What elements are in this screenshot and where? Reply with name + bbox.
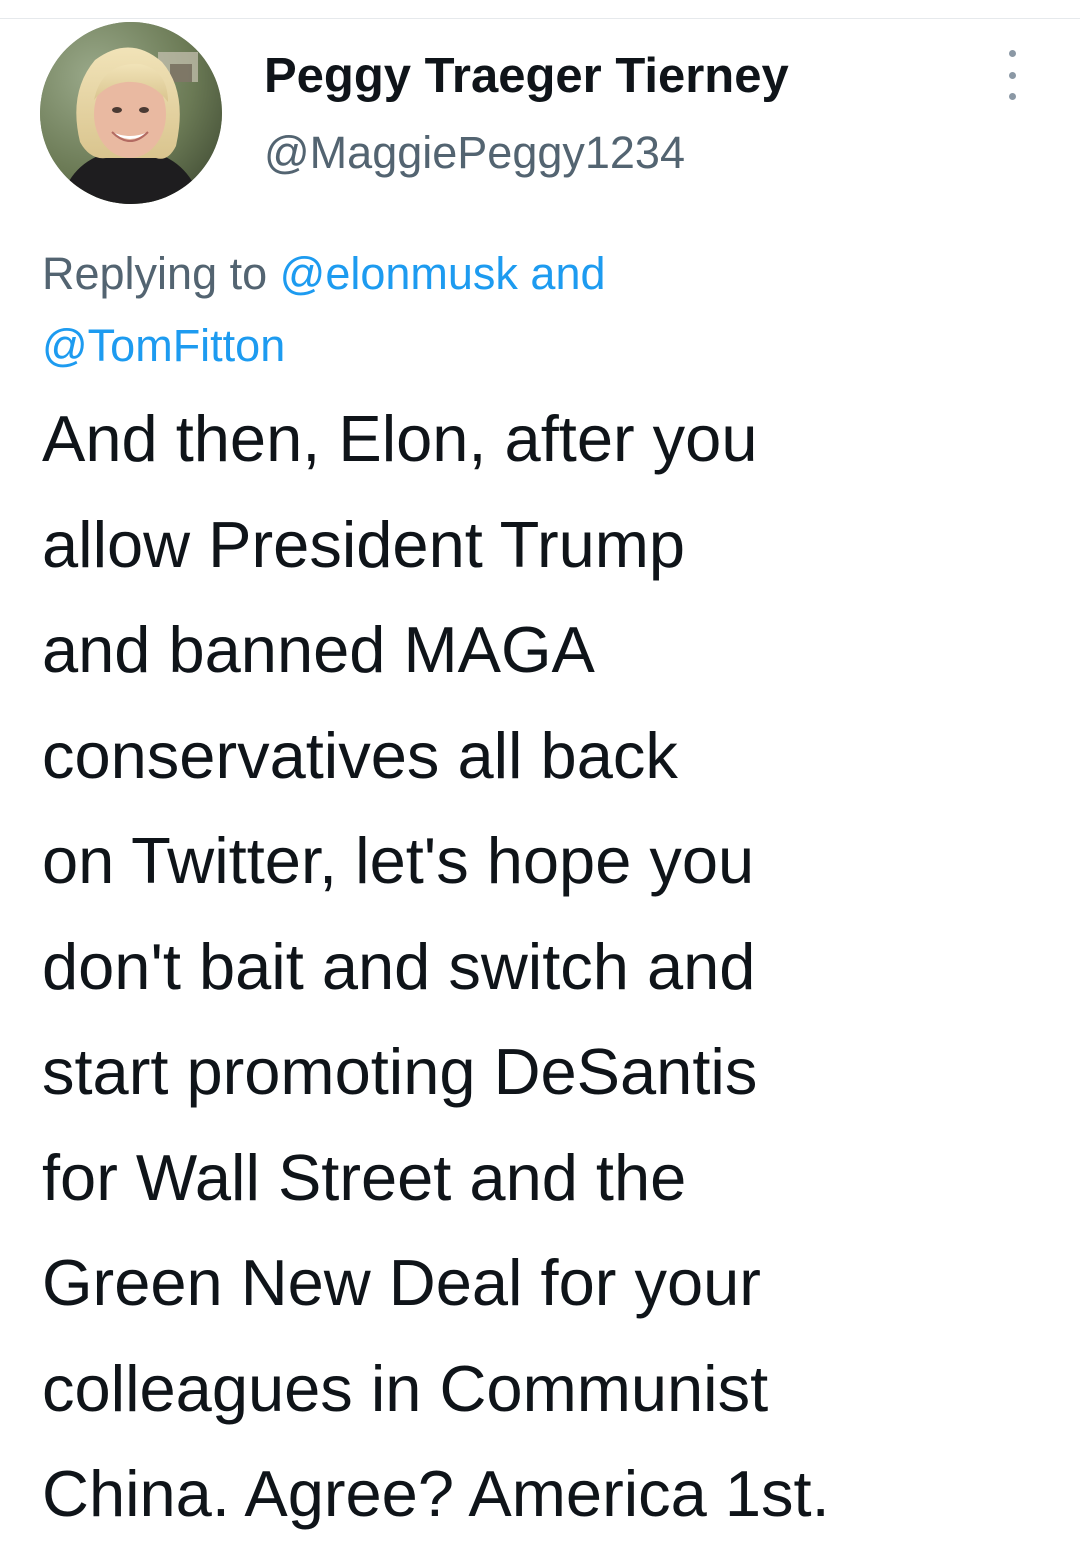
tweet-text-line: start promoting DeSantis [42, 1035, 758, 1108]
more-options-icon[interactable] [996, 50, 1028, 100]
author-name[interactable]: Peggy Traeger Tierney [264, 46, 789, 106]
mention-elonmusk[interactable]: @elonmusk [280, 248, 518, 299]
tweet-text-line: colleagues in Communist [42, 1351, 769, 1425]
tweet-text-line: China. Agree? America 1st. [42, 1457, 830, 1530]
top-divider [0, 18, 1080, 19]
tweet-text: And then, Elon, after you allow Presiden… [42, 386, 1052, 1547]
tweet-text-line: for Wall Street and the [42, 1140, 687, 1214]
profile-photo [40, 22, 222, 204]
author-handle[interactable]: @MaggiePeggy1234 [264, 123, 685, 183]
tweet-text-line: and banned MAGA [42, 613, 595, 686]
mention-tomfitton[interactable]: @TomFitton [42, 320, 285, 371]
avatar[interactable] [40, 22, 222, 204]
more-dot [1008, 50, 1016, 57]
reply-context: Replying to @elonmusk and @TomFitton [42, 238, 1032, 382]
tweet-text-line: And then, Elon, after you [42, 402, 758, 475]
tweet-text-line: allow President Trump [42, 507, 686, 581]
reply-conjunction[interactable]: and [518, 248, 605, 299]
tweet-text-line: on Twitter, let's hope you [42, 824, 755, 897]
more-dot [1008, 71, 1016, 79]
tweet-text-line: don't bait and switch and [42, 929, 756, 1003]
tweet-text-line: conservatives all back [42, 718, 678, 792]
tweet-text-line: Green New Deal for your [42, 1246, 761, 1319]
more-dot [1008, 93, 1016, 100]
reply-prefix: Replying to [42, 248, 280, 299]
